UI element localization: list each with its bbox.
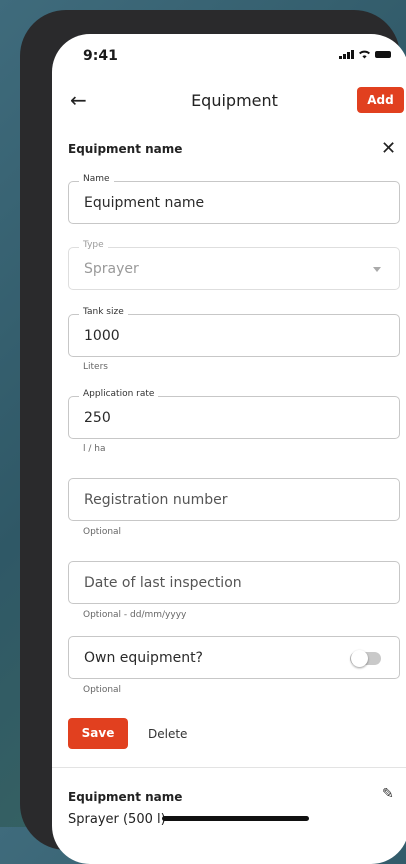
application-rate-value: 250 xyxy=(84,410,111,426)
status-icons xyxy=(339,49,391,59)
app-screen: 9:41 ← Equipment Add Equipment name ✕ Na… xyxy=(52,34,406,864)
tank-size-legend: Tank size xyxy=(79,307,128,317)
inspection-date-field[interactable]: Date of last inspection xyxy=(68,561,400,604)
own-equipment-label: Own equipment? xyxy=(84,650,203,666)
signal-icon xyxy=(339,49,354,59)
save-button[interactable]: Save xyxy=(68,718,128,749)
application-rate-helper: l / ha xyxy=(83,444,106,454)
application-rate-legend: Application rate xyxy=(79,389,159,399)
own-equipment-toggle[interactable] xyxy=(350,650,381,667)
tank-size-field[interactable]: Tank size 1000 xyxy=(68,307,400,357)
name-field-legend: Name xyxy=(79,174,114,184)
close-icon[interactable]: ✕ xyxy=(381,138,396,159)
add-button[interactable]: Add xyxy=(357,87,404,113)
pencil-icon[interactable]: ✎ xyxy=(382,786,394,802)
divider xyxy=(52,767,406,768)
name-field[interactable]: Name Equipment name xyxy=(68,174,400,224)
delete-button[interactable]: Delete xyxy=(148,727,187,741)
registration-number-placeholder: Registration number xyxy=(84,492,228,508)
application-rate-field[interactable]: Application rate 250 xyxy=(68,389,400,439)
name-field-value: Equipment name xyxy=(84,195,205,211)
status-time: 9:41 xyxy=(83,48,118,64)
wifi-icon xyxy=(359,50,370,59)
inspection-date-helper: Optional - dd/mm/yyyy xyxy=(83,610,187,620)
own-equipment-row: Own equipment? xyxy=(68,636,400,679)
tank-size-helper: Liters xyxy=(83,362,108,372)
type-select-legend: Type xyxy=(79,240,108,250)
page-title: Equipment xyxy=(191,91,278,110)
registration-number-helper: Optional xyxy=(83,527,122,537)
toggle-knob xyxy=(351,650,368,667)
tank-size-value: 1000 xyxy=(84,328,120,344)
registration-number-field[interactable]: Registration number xyxy=(68,478,400,521)
home-indicator[interactable] xyxy=(162,816,309,821)
list-item-subtitle: Sprayer (500 l) xyxy=(68,812,166,827)
inspection-date-placeholder: Date of last inspection xyxy=(84,575,242,591)
type-select-value: Sprayer xyxy=(84,261,139,277)
phone-frame: 9:41 ← Equipment Add Equipment name ✕ Na… xyxy=(20,10,406,864)
type-select: Type Sprayer xyxy=(68,240,400,290)
battery-icon xyxy=(375,50,391,58)
caret-down-icon xyxy=(373,267,381,272)
form-section-title: Equipment name xyxy=(68,142,183,156)
list-item-title[interactable]: Equipment name xyxy=(68,790,182,804)
own-equipment-helper: Optional xyxy=(83,685,122,695)
